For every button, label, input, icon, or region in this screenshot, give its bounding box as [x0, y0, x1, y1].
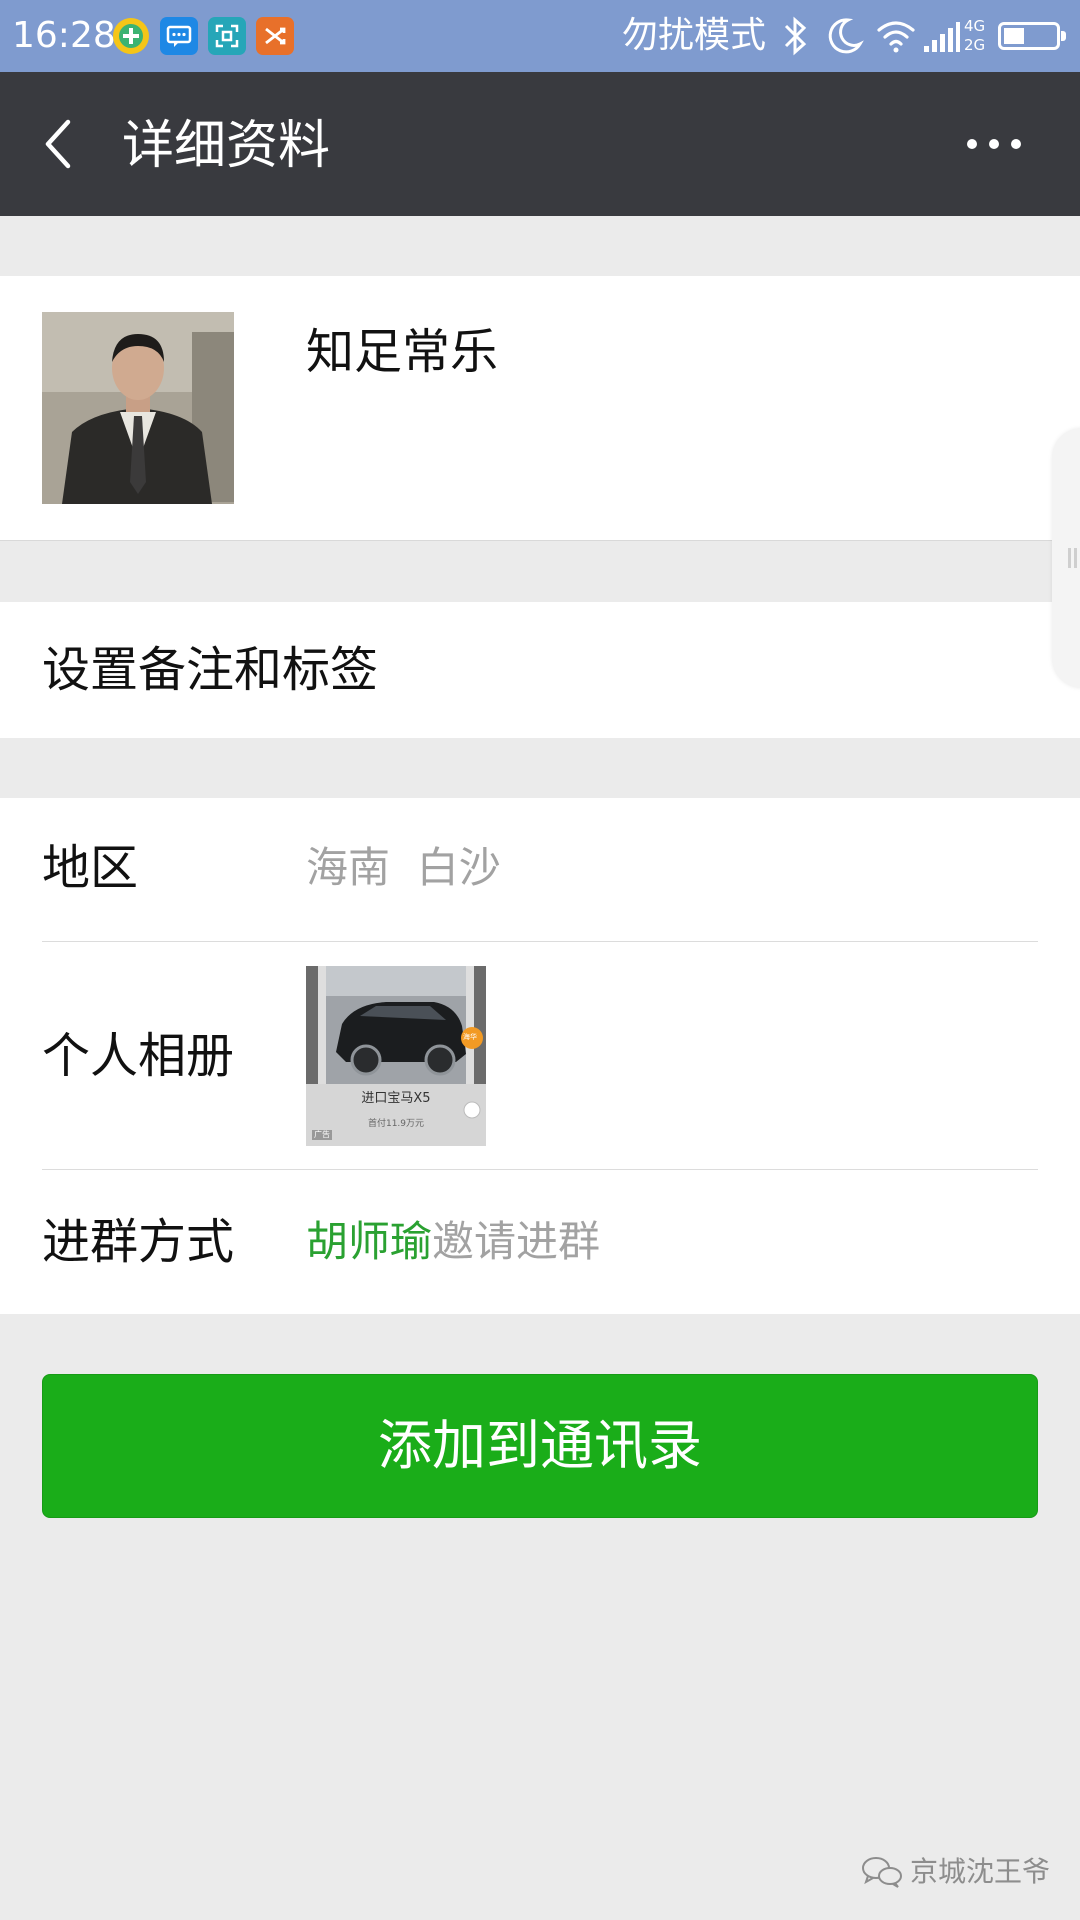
- album-row[interactable]: 个人相册: [0, 942, 1080, 1170]
- add-to-contacts-button[interactable]: 添加到通讯录: [42, 1374, 1038, 1518]
- watermark-text: 京城沈王爷: [910, 1855, 1051, 1888]
- back-arrow-icon[interactable]: [30, 112, 90, 176]
- handle-grip: [1074, 548, 1077, 568]
- bluetooth-icon: [780, 14, 810, 62]
- handle-grip: [1068, 548, 1071, 568]
- signal-icon: [922, 14, 962, 62]
- 360-plus-icon: [112, 17, 150, 55]
- album-thumb-tag: 海华: [463, 1033, 477, 1041]
- inviter-name-link[interactable]: 胡师瑜: [306, 1217, 432, 1266]
- wechat-logo-icon: [860, 1854, 904, 1901]
- battery-level: [1004, 28, 1024, 44]
- wifi-icon: [874, 14, 918, 62]
- profile-card: 知足常乐: [0, 276, 1080, 541]
- floating-side-handle[interactable]: [1052, 428, 1080, 688]
- album-thumb-caption: 进口宝马X5: [361, 1091, 431, 1106]
- dnd-mode-text: 勿扰模式: [622, 15, 767, 56]
- avatar[interactable]: [42, 312, 234, 504]
- message-icon: [160, 17, 198, 55]
- network-type-top: 4G: [964, 17, 986, 35]
- album-thumb-sub: 首付11.9万元: [367, 1119, 425, 1129]
- status-bar: 16:28 勿扰模式 4G 2G: [0, 0, 1080, 72]
- info-section: 地区 海南 白沙 个人相册 进口宝马X5 首付11.9万元 广告 海华 进群方式: [0, 798, 1080, 1314]
- remark-tags-row[interactable]: 设置备注和标签: [0, 602, 1080, 738]
- join-method-row: 进群方式 胡师瑜邀请进群: [0, 1170, 1080, 1314]
- shuffle-icon: [256, 17, 294, 55]
- network-type-bottom: 2G: [964, 36, 986, 54]
- page-title: 详细资料: [122, 116, 331, 176]
- album-label: 个人相册: [42, 1028, 235, 1084]
- album-thumbnail[interactable]: 进口宝马X5 首付11.9万元 广告 海华: [306, 966, 486, 1146]
- remark-tags-label: 设置备注和标签: [42, 642, 379, 698]
- app-bar: 详细资料: [0, 72, 1080, 216]
- join-method-suffix: 邀请进群: [432, 1217, 601, 1266]
- battery-icon: [998, 22, 1066, 50]
- album-thumb-badge: 广告: [312, 1130, 332, 1140]
- scan-icon: [208, 17, 246, 55]
- region-label: 地区: [42, 840, 139, 896]
- join-method-value: 胡师瑜邀请进群: [306, 1214, 600, 1270]
- more-icon[interactable]: [960, 124, 1030, 164]
- region-row: 地区 海南 白沙: [0, 798, 1080, 942]
- join-method-label: 进群方式: [42, 1214, 235, 1270]
- nickname: 知足常乐: [306, 324, 499, 380]
- moon-icon: [824, 14, 864, 62]
- region-value: 海南 白沙: [306, 843, 501, 892]
- status-time: 16:28: [12, 15, 116, 56]
